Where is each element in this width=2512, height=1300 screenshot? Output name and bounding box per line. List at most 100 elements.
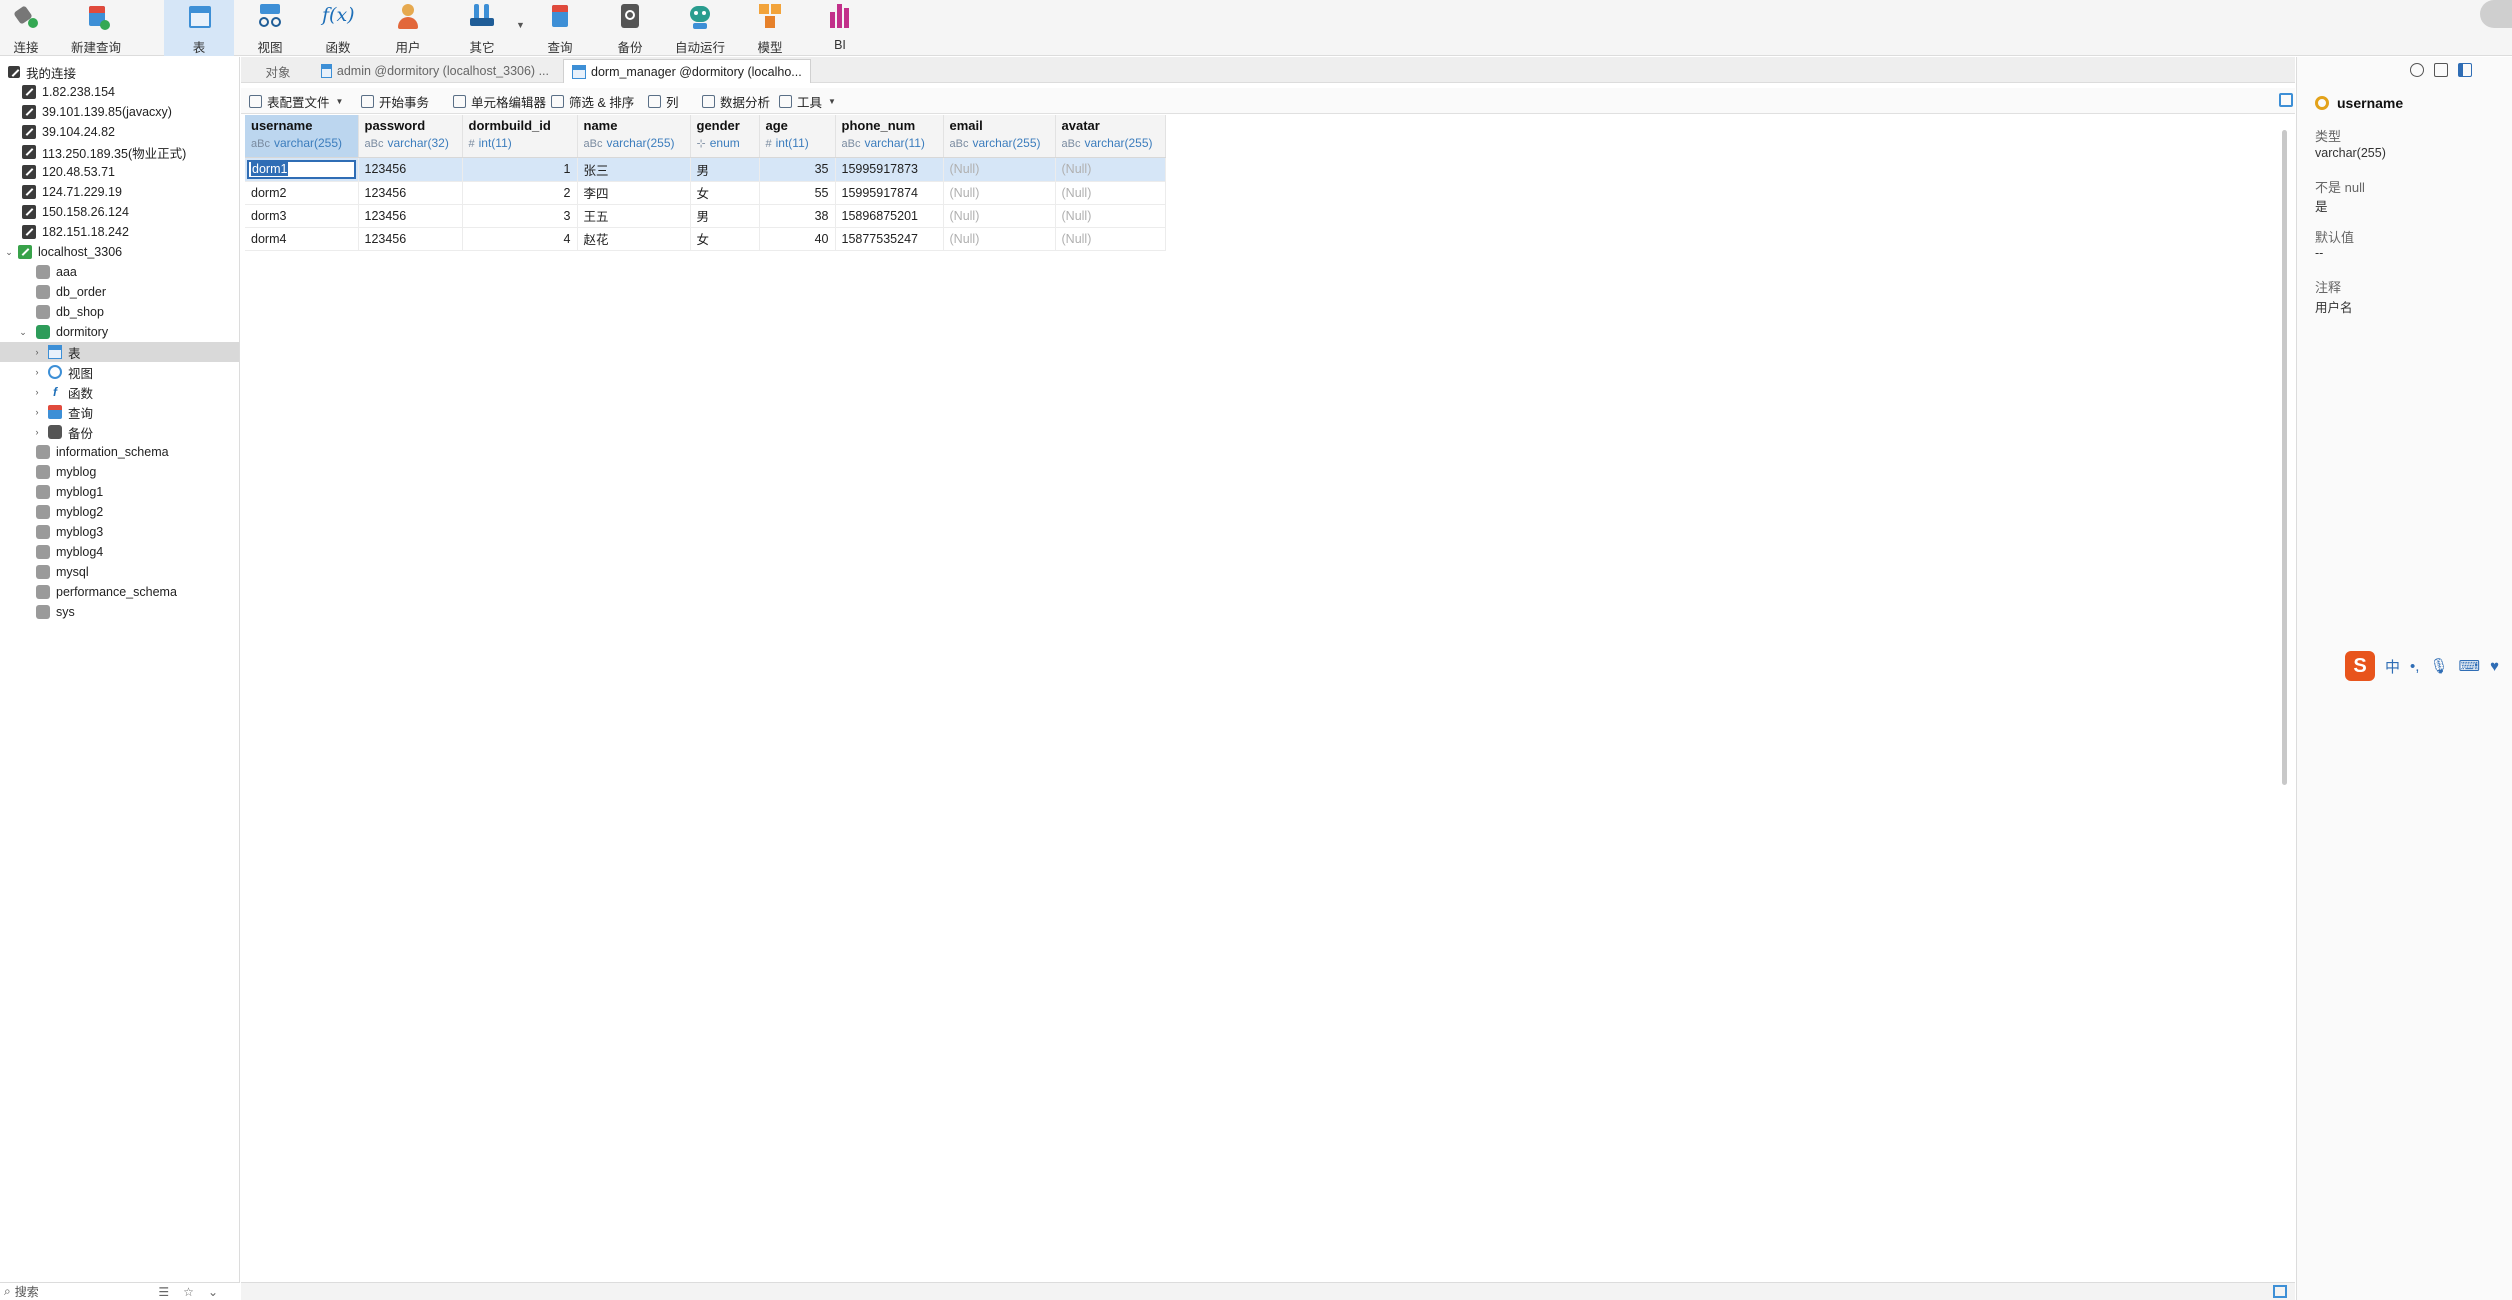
database-item-open[interactable]: ⌄ dormitory [0,322,239,342]
sidebar-search-bar[interactable]: ⌕ 搜索 ☰ ☆ ⌄ [0,1282,240,1300]
tree-item-backups[interactable]: › 备份 [0,422,239,442]
table-row[interactable]: dorm2 123456 2 李四 女 55 15995917874 (Null… [245,181,1166,205]
chevron-right-icon[interactable]: › [32,367,42,377]
tree-item-queries[interactable]: › 查询 [0,402,239,422]
panel-layout-icon[interactable] [2458,63,2472,77]
table-cell[interactable]: 赵花 [577,227,691,251]
table-cell[interactable]: 李四 [577,181,691,205]
table-cell[interactable]: (Null) [943,181,1056,205]
connection-item[interactable]: 39.101.139.85(javacxy) [0,102,239,122]
database-item[interactable]: myblog [0,462,239,482]
database-item[interactable]: information_schema [0,442,239,462]
begin-transaction-button[interactable]: 开始事务 [361,88,429,114]
connection-item[interactable]: 120.48.53.71 [0,162,239,182]
database-item[interactable]: aaa [0,262,239,282]
table-cell[interactable]: dorm2 [245,181,359,205]
database-item[interactable]: myblog1 [0,482,239,502]
table-cell-active[interactable]: dorm1 [245,157,359,182]
localhost-connection[interactable]: ⌄ localhost_3306 [0,242,239,262]
column-header[interactable]: username aBc varchar(255) [245,115,359,158]
table-cell[interactable]: 15877535247 [835,227,944,251]
column-header[interactable]: name aBc varchar(255) [577,115,691,158]
ime-punctuation-toggle[interactable]: •, [2410,658,2419,675]
table-cell[interactable]: 男 [690,157,760,182]
table-cell[interactable]: dorm4 [245,227,359,251]
table-cell[interactable]: (Null) [1055,181,1166,205]
column-header[interactable]: dormbuild_id # int(11) [462,115,578,158]
user-button[interactable]: 用户 [388,0,428,56]
table-row[interactable]: dorm4 123456 4 赵花 女 40 15877535247 (Null… [245,227,1166,251]
other-button[interactable]: 其它 [462,0,502,56]
table-cell[interactable]: (Null) [943,157,1056,182]
database-item[interactable]: db_order [0,282,239,302]
tools-button[interactable]: 工具 ▼ [779,88,836,114]
database-item[interactable]: myblog4 [0,542,239,562]
connection-item[interactable]: 150.158.26.124 [0,202,239,222]
tab-dorm-manager[interactable]: dorm_manager @dormitory (localho... [563,59,811,83]
account-avatar[interactable] [2480,0,2512,28]
collapse-icon[interactable]: ⌄ [208,1285,218,1299]
chevron-right-icon[interactable]: › [32,427,42,437]
database-item[interactable]: db_shop [0,302,239,322]
column-header[interactable]: gender ⊹ enum [690,115,760,158]
other-dropdown-caret-icon[interactable]: ▼ [516,20,525,30]
table-cell[interactable]: 123456 [358,157,463,182]
connection-item[interactable]: 182.151.18.242 [0,222,239,242]
table-cell[interactable]: 15995917874 [835,181,944,205]
database-item[interactable]: myblog3 [0,522,239,542]
chevron-down-icon[interactable]: ⌄ [18,327,28,338]
query-button[interactable]: 查询 [540,0,580,56]
table-cell[interactable]: 2 [462,181,578,205]
table-cell[interactable]: 女 [690,227,760,251]
column-header[interactable]: email aBc varchar(255) [943,115,1056,158]
vertical-scrollbar[interactable] [2282,130,2287,785]
table-cell[interactable]: 王五 [577,204,691,228]
cell-editor-button[interactable]: 单元格编辑器 [453,88,546,114]
chevron-right-icon[interactable]: › [32,387,42,397]
chevron-down-icon[interactable]: ⌄ [4,247,14,258]
table-button[interactable]: 表 [164,0,234,56]
connect-button[interactable]: 连接 [4,0,48,56]
model-button[interactable]: 模型 [750,0,790,56]
table-cell[interactable]: 4 [462,227,578,251]
table-cell[interactable]: dorm3 [245,204,359,228]
table-row[interactable]: dorm1 123456 1 张三 男 35 15995917873 (Null… [245,157,1166,182]
automation-button[interactable]: 自动运行 [672,0,728,56]
config-profile-button[interactable]: 表配置文件 ▼ [249,88,343,114]
table-cell[interactable]: 123456 [358,204,463,228]
data-analysis-button[interactable]: 数据分析 [702,88,770,114]
ime-language-toggle[interactable]: 中 [2385,656,2400,677]
table-cell[interactable]: 35 [759,157,836,182]
column-header[interactable]: age # int(11) [759,115,836,158]
filter-sort-button[interactable]: 筛选 & 排序 [551,88,634,114]
chevron-right-icon[interactable]: › [32,407,42,417]
database-item[interactable]: sys [0,602,239,622]
connection-item[interactable]: 113.250.189.35(物业正式) [0,142,239,162]
my-connections-header[interactable]: 我的连接 [0,62,239,82]
grid-view-icon[interactable] [2273,1285,2287,1298]
ime-logo[interactable]: S [2345,651,2375,681]
table-cell[interactable]: (Null) [1055,204,1166,228]
microphone-icon[interactable]: 🎙 [2429,657,2448,675]
table-cell[interactable]: 123456 [358,227,463,251]
tree-item-views[interactable]: › 视图 [0,362,239,382]
skin-icon[interactable]: ♥ [2490,658,2499,675]
table-cell[interactable]: 男 [690,204,760,228]
tree-item-functions[interactable]: › f 函数 [0,382,239,402]
table-cell[interactable]: 3 [462,204,578,228]
database-item[interactable]: performance_schema [0,582,239,602]
table-cell[interactable]: (Null) [1055,227,1166,251]
star-icon[interactable]: ☆ [183,1285,194,1299]
info-icon[interactable] [2410,63,2424,77]
table-cell[interactable]: 40 [759,227,836,251]
ddl-icon[interactable] [2434,63,2448,77]
column-header[interactable]: avatar aBc varchar(255) [1055,115,1166,158]
expand-icon[interactable] [2279,93,2293,107]
bi-button[interactable]: BI [822,0,858,56]
tab-objects[interactable]: 对象 [245,59,311,83]
table-cell[interactable]: 张三 [577,157,691,182]
tab-admin[interactable]: admin @dormitory (localhost_3306) ... [313,59,557,83]
table-cell[interactable]: (Null) [1055,157,1166,182]
tree-item-tables[interactable]: › 表 [0,342,239,362]
function-button[interactable]: f(x) 函数 [318,0,358,56]
